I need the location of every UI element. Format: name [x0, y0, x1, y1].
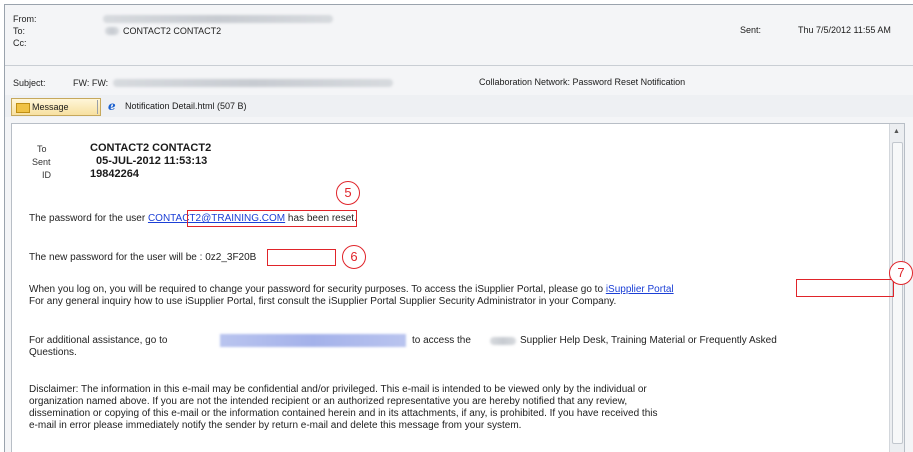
p4-text-mid: to access the [412, 335, 471, 346]
highlight-email-box [187, 210, 357, 227]
subject-label: Subject: [13, 78, 46, 88]
redacted-help-link[interactable] [220, 334, 406, 347]
redacted-company [490, 337, 516, 345]
meta-to-value: CONTACT2 CONTACT2 [90, 142, 212, 154]
disclaimer-line-4: e-mail in error please immediately notif… [29, 420, 522, 431]
p2-text: The new password for the user will be : [29, 252, 206, 263]
disclaimer-line-2: organization named above. If you are not… [29, 396, 628, 407]
isupplier-portal-link[interactable]: iSupplier Portal [606, 284, 674, 295]
callout-7: 7 [889, 261, 913, 285]
meta-to-label: To [37, 144, 47, 154]
attachment-tab-label: Notification Detail.html (507 B) [125, 101, 247, 111]
login-instructions-line1: When you log on, you will be required to… [29, 284, 674, 297]
to-value[interactable]: CONTACT2 CONTACT2 [123, 25, 221, 37]
tab-divider [97, 100, 98, 114]
to-redacted [105, 27, 119, 35]
login-instructions-line2: For any general inquiry how to use iSupp… [29, 296, 617, 307]
subject-redacted [113, 79, 393, 87]
new-password-value: 0z2_3F20B [205, 252, 257, 263]
message-body: ▲ To CONTACT2 CONTACT2 Sent 05-JUL-2012 … [11, 123, 913, 452]
browser-file-icon: e [108, 99, 116, 113]
message-tab[interactable]: Message [11, 98, 101, 116]
from-redacted [103, 15, 333, 23]
highlight-portal-box [796, 279, 894, 297]
meta-sent-value: 05-JUL-2012 11:53:13 [96, 155, 208, 167]
disclaimer-line-1: Disclaimer: The information in this e-ma… [29, 384, 647, 395]
assistance-line1: For additional assistance, go to [29, 335, 167, 348]
new-password-line: The new password for the user will be : … [29, 252, 256, 265]
p3-text: When you log on, you will be required to… [29, 284, 606, 295]
meta-id-label: ID [42, 170, 51, 180]
header-divider [5, 65, 913, 66]
attachment-tab[interactable]: e Notification Detail.html (507 B) [105, 98, 251, 114]
envelope-icon [16, 103, 30, 113]
scroll-up-icon[interactable]: ▲ [893, 128, 900, 135]
to-label: To: [13, 26, 26, 36]
from-label: From: [13, 14, 37, 24]
email-window: From: Sent: Thu 7/5/2012 11:55 AM To: CO… [4, 4, 913, 452]
sent-label: Sent: [740, 25, 762, 35]
assistance-line2: Questions. [29, 347, 77, 358]
p4-text-start: For additional assistance, go to [29, 335, 168, 346]
subject-text: Collaboration Network: Password Reset No… [479, 77, 686, 87]
disclaimer-line-3: dissemination or copying of this e-mail … [29, 408, 658, 419]
callout-6: 6 [342, 245, 366, 269]
callout-5: 5 [336, 181, 360, 205]
attachment-bar: Message e Notification Detail.html (507 … [5, 95, 913, 117]
p1-text-start: The password for the user [29, 213, 148, 224]
p4-text-end: Supplier Help Desk, Training Material or… [520, 335, 777, 346]
email-header: From: Sent: Thu 7/5/2012 11:55 AM To: CO… [5, 5, 913, 91]
subject-prefix: FW: FW: [73, 78, 109, 88]
highlight-password-box [267, 249, 336, 266]
meta-id-value: 19842264 [90, 168, 139, 180]
cc-label: Cc: [13, 38, 27, 48]
meta-sent-label: Sent [32, 157, 51, 167]
sent-value: Thu 7/5/2012 11:55 AM [798, 25, 891, 35]
message-tab-label: Message [32, 102, 69, 112]
